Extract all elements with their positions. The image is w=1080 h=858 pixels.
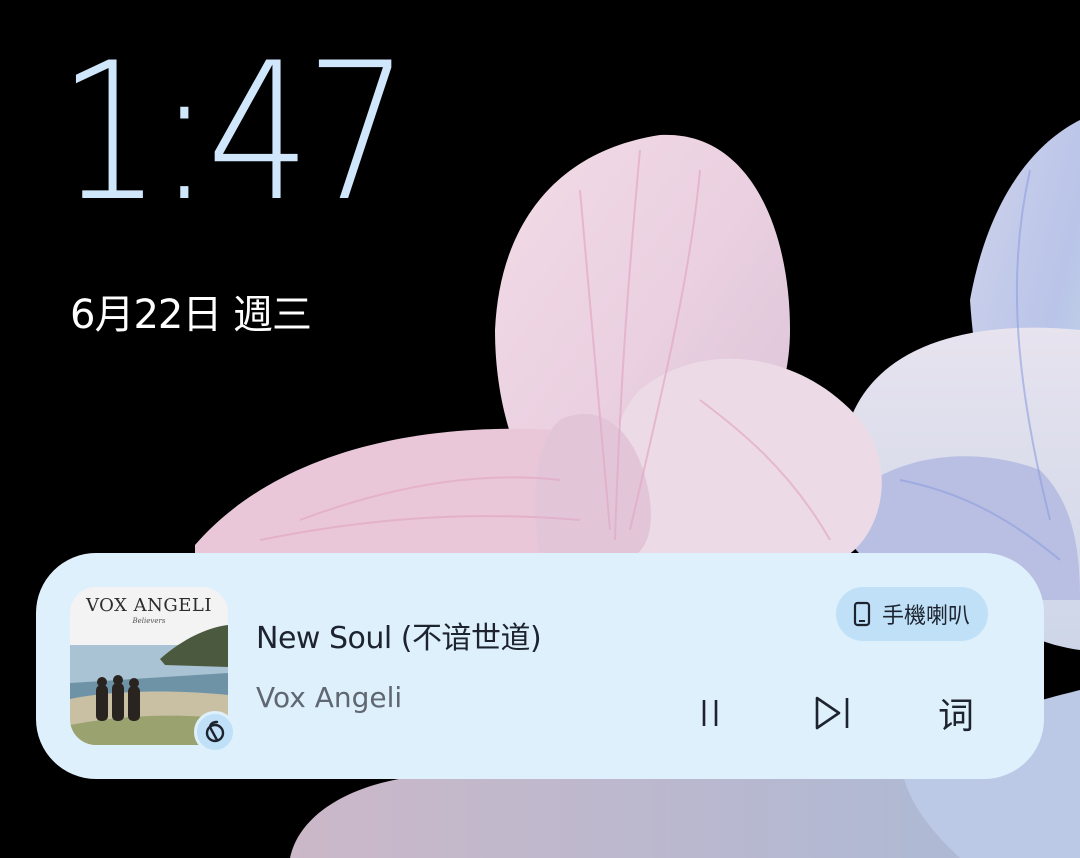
lockscreen-date: 6月22日 週三	[70, 292, 312, 338]
pause-button[interactable]	[682, 685, 738, 741]
phone-icon	[853, 601, 871, 627]
skip-next-icon	[815, 696, 849, 730]
album-art-subtitle: Believers	[132, 617, 166, 625]
album-art-title: VOX ANGELI	[86, 595, 212, 616]
media-player-card[interactable]: VOX ANGELI Believers New Soul (不谙世道) Vox…	[36, 553, 1044, 779]
output-device-label: 手機喇叭	[882, 604, 971, 629]
skip-next-button[interactable]	[804, 685, 860, 741]
lyrics-button[interactable]: 词	[928, 685, 984, 741]
pause-icon	[702, 700, 718, 726]
song-title: New Soul (不谙世道)	[256, 621, 542, 656]
lockscreen-clock: 1:47	[58, 22, 409, 243]
output-device-chip[interactable]: 手機喇叭	[836, 587, 989, 641]
lyrics-label: 词	[937, 696, 974, 737]
netease-music-icon	[194, 711, 236, 753]
artist-name: Vox Angeli	[256, 681, 403, 714]
